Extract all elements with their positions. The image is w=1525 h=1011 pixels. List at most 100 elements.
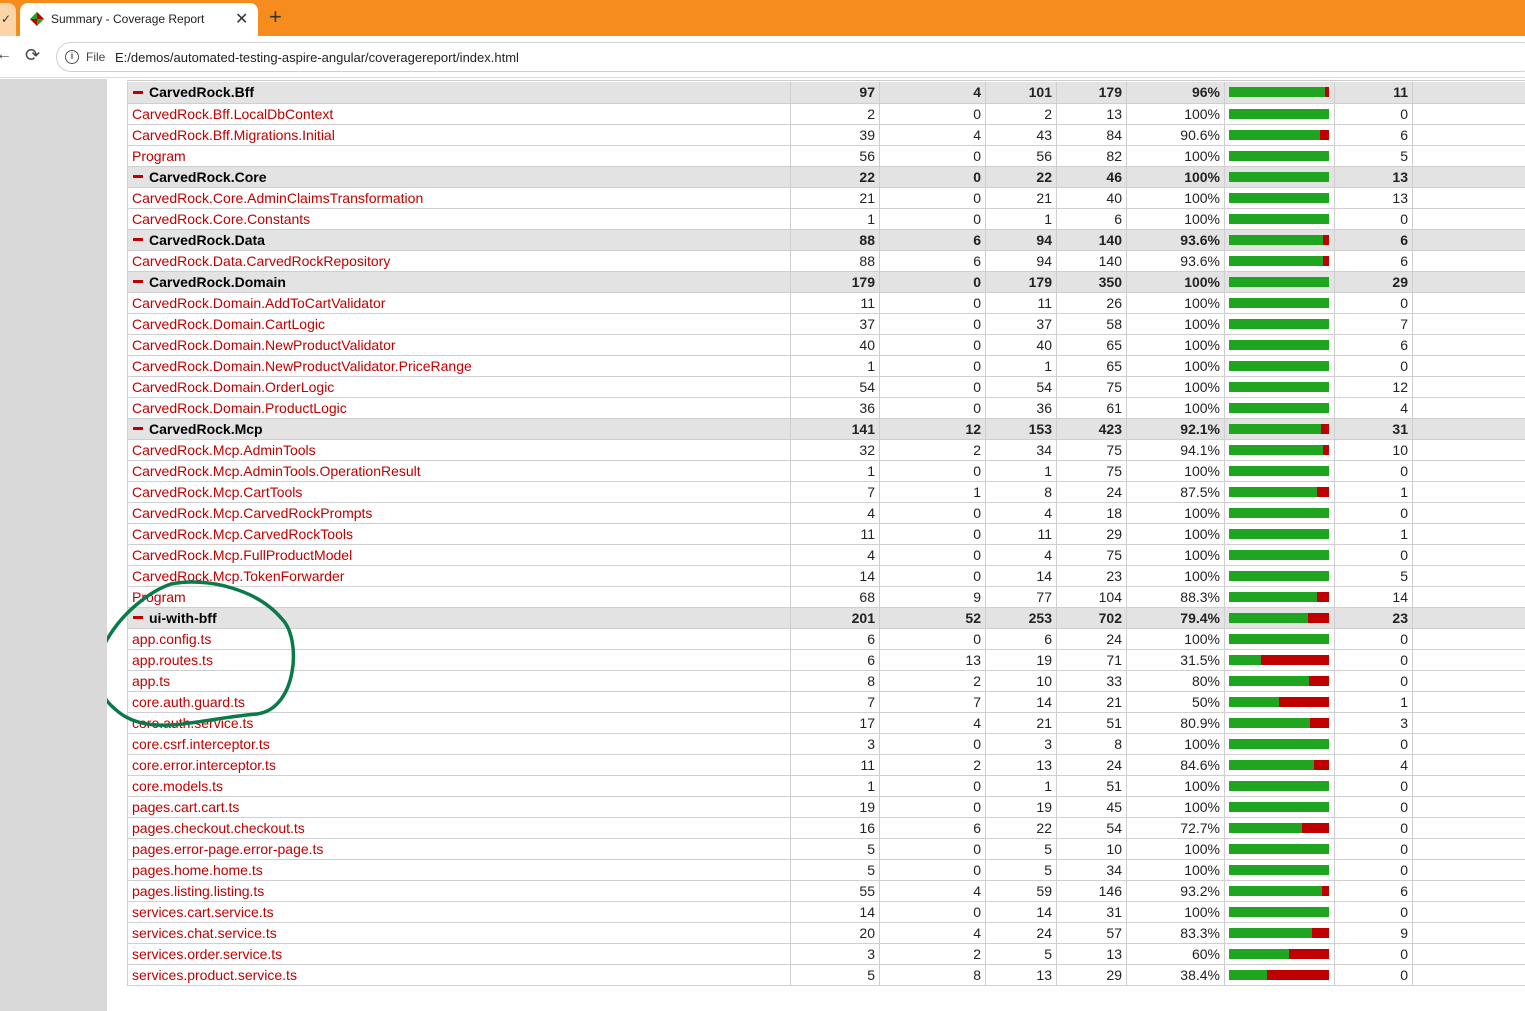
class-link[interactable]: pages.cart.cart.ts bbox=[132, 799, 239, 815]
name-cell[interactable]: core.models.ts bbox=[127, 775, 791, 797]
name-cell[interactable]: services.product.service.ts bbox=[127, 964, 791, 986]
name-cell[interactable]: CarvedRock.Bff.Migrations.Initial bbox=[127, 124, 791, 146]
name-cell[interactable]: CarvedRock.Core.Constants bbox=[127, 208, 791, 230]
name-cell[interactable]: core.error.interceptor.ts bbox=[127, 754, 791, 776]
class-link[interactable]: Program bbox=[132, 148, 186, 164]
class-link[interactable]: core.auth.guard.ts bbox=[132, 694, 245, 710]
class-link[interactable]: pages.listing.listing.ts bbox=[132, 883, 264, 899]
name-cell[interactable]: CarvedRock.Bff.LocalDbContext bbox=[127, 103, 791, 125]
name-cell[interactable]: services.chat.service.ts bbox=[127, 922, 791, 944]
class-link[interactable]: pages.home.home.ts bbox=[132, 862, 263, 878]
name-cell[interactable]: Program bbox=[127, 586, 791, 608]
collapse-minus-icon[interactable] bbox=[133, 280, 143, 284]
name-cell[interactable]: app.routes.ts bbox=[127, 649, 791, 671]
name-cell[interactable]: core.auth.service.ts bbox=[127, 712, 791, 734]
name-cell[interactable]: core.auth.guard.ts bbox=[127, 691, 791, 713]
name-cell[interactable]: CarvedRock.Mcp bbox=[127, 418, 791, 440]
class-link[interactable]: CarvedRock.Domain.OrderLogic bbox=[132, 379, 334, 395]
reload-icon[interactable]: ⟳ bbox=[25, 45, 40, 66]
name-cell[interactable]: CarvedRock.Mcp.CartTools bbox=[127, 481, 791, 503]
name-cell[interactable]: pages.home.home.ts bbox=[127, 859, 791, 881]
class-link[interactable]: app.ts bbox=[132, 673, 170, 689]
class-link[interactable]: core.csrf.interceptor.ts bbox=[132, 736, 270, 752]
class-link[interactable]: app.routes.ts bbox=[132, 652, 213, 668]
class-link[interactable]: CarvedRock.Domain.ProductLogic bbox=[132, 400, 347, 416]
class-link[interactable]: CarvedRock.Bff.Migrations.Initial bbox=[132, 127, 335, 143]
class-link[interactable]: CarvedRock.Core.Constants bbox=[132, 211, 310, 227]
class-link[interactable]: CarvedRock.Mcp.CartTools bbox=[132, 484, 302, 500]
name-cell[interactable]: core.csrf.interceptor.ts bbox=[127, 733, 791, 755]
close-tab-icon[interactable]: ✕ bbox=[235, 9, 248, 29]
back-icon[interactable]: ← bbox=[0, 46, 12, 64]
assembly-row[interactable]: CarvedRock.Mcp 1411215342392.1% 3136 bbox=[127, 418, 1525, 440]
new-tab-icon[interactable]: + bbox=[269, 4, 282, 30]
url-text[interactable]: E:/demos/automated-testing-aspire-angula… bbox=[115, 50, 519, 65]
class-link[interactable]: CarvedRock.Mcp.CarvedRockPrompts bbox=[132, 505, 372, 521]
collapse-minus-icon[interactable] bbox=[133, 427, 143, 431]
assembly-row[interactable]: CarvedRock.Bff 97410117996% 1112 bbox=[127, 82, 1525, 104]
class-link[interactable]: core.models.ts bbox=[132, 778, 223, 794]
name-cell[interactable]: Program bbox=[127, 145, 791, 167]
name-cell[interactable]: services.order.service.ts bbox=[127, 943, 791, 965]
class-link[interactable]: CarvedRock.Mcp.AdminTools bbox=[132, 442, 316, 458]
class-link[interactable]: CarvedRock.Domain.AddToCartValidator bbox=[132, 295, 385, 311]
class-link[interactable]: services.cart.service.ts bbox=[132, 904, 274, 920]
name-cell[interactable]: ui-with-bff bbox=[127, 607, 791, 629]
address-bar[interactable]: i File E:/demos/automated-testing-aspire… bbox=[56, 42, 1525, 72]
class-link[interactable]: Program bbox=[132, 589, 186, 605]
assembly-row[interactable]: CarvedRock.Core2202246100%1314 bbox=[127, 166, 1525, 188]
site-info-icon[interactable]: i bbox=[65, 50, 79, 64]
name-cell[interactable]: CarvedRock.Domain.NewProductValidator.Pr… bbox=[127, 355, 791, 377]
class-link[interactable]: CarvedRock.Domain.NewProductValidator.Pr… bbox=[132, 358, 472, 374]
name-cell[interactable]: pages.listing.listing.ts bbox=[127, 880, 791, 902]
name-cell[interactable]: CarvedRock.Domain.NewProductValidator bbox=[127, 334, 791, 356]
collapse-minus-icon[interactable] bbox=[133, 238, 143, 242]
active-tab[interactable]: Summary - Coverage Report ✕ bbox=[20, 3, 258, 36]
class-link[interactable]: app.config.ts bbox=[132, 631, 211, 647]
name-cell[interactable]: CarvedRock.Core bbox=[127, 166, 791, 188]
class-link[interactable]: CarvedRock.Mcp.CarvedRockTools bbox=[132, 526, 353, 542]
name-cell[interactable]: CarvedRock.Domain bbox=[127, 271, 791, 293]
name-cell[interactable]: app.ts bbox=[127, 670, 791, 692]
name-cell[interactable]: pages.checkout.checkout.ts bbox=[127, 817, 791, 839]
name-cell[interactable]: CarvedRock.Domain.ProductLogic bbox=[127, 397, 791, 419]
name-cell[interactable]: services.cart.service.ts bbox=[127, 901, 791, 923]
name-cell[interactable]: CarvedRock.Domain.AddToCartValidator bbox=[127, 292, 791, 314]
name-cell[interactable]: CarvedRock.Mcp.AdminTools.OperationResul… bbox=[127, 460, 791, 482]
assembly-row[interactable]: CarvedRock.Domain1790179350100%2932 bbox=[127, 271, 1525, 293]
name-cell[interactable]: CarvedRock.Mcp.CarvedRockTools bbox=[127, 523, 791, 545]
class-link[interactable]: CarvedRock.Mcp.FullProductModel bbox=[132, 547, 352, 563]
class-link[interactable]: CarvedRock.Domain.NewProductValidator bbox=[132, 337, 396, 353]
collapse-minus-icon[interactable] bbox=[133, 91, 143, 95]
name-cell[interactable]: CarvedRock.Domain.CartLogic bbox=[127, 313, 791, 335]
name-cell[interactable]: CarvedRock.Mcp.AdminTools bbox=[127, 439, 791, 461]
name-cell[interactable]: CarvedRock.Mcp.TokenForwarder bbox=[127, 565, 791, 587]
class-link[interactable]: CarvedRock.Core.AdminClaimsTransformatio… bbox=[132, 190, 423, 206]
class-link[interactable]: CarvedRock.Mcp.TokenForwarder bbox=[132, 568, 344, 584]
previous-tab[interactable]: ✓ bbox=[0, 3, 16, 36]
name-cell[interactable]: CarvedRock.Domain.OrderLogic bbox=[127, 376, 791, 398]
class-link[interactable]: services.order.service.ts bbox=[132, 946, 282, 962]
name-cell[interactable]: app.config.ts bbox=[127, 628, 791, 650]
collapse-minus-icon[interactable] bbox=[133, 616, 143, 620]
assembly-row[interactable]: ui-with-bff 2015225370279.4% 2334 bbox=[127, 607, 1525, 629]
class-link[interactable]: services.chat.service.ts bbox=[132, 925, 277, 941]
name-cell[interactable]: CarvedRock.Data.CarvedRockRepository bbox=[127, 250, 791, 272]
class-link[interactable]: pages.error-page.error-page.ts bbox=[132, 841, 323, 857]
name-cell[interactable]: CarvedRock.Core.AdminClaimsTransformatio… bbox=[127, 187, 791, 209]
assembly-row[interactable]: CarvedRock.Data8869414093.6%66 bbox=[127, 229, 1525, 251]
name-cell[interactable]: CarvedRock.Mcp.CarvedRockPrompts bbox=[127, 502, 791, 524]
name-cell[interactable]: CarvedRock.Mcp.FullProductModel bbox=[127, 544, 791, 566]
class-link[interactable]: services.product.service.ts bbox=[132, 967, 297, 983]
name-cell[interactable]: CarvedRock.Data bbox=[127, 229, 791, 251]
name-cell[interactable]: pages.cart.cart.ts bbox=[127, 796, 791, 818]
class-link[interactable]: pages.checkout.checkout.ts bbox=[132, 820, 305, 836]
name-cell[interactable]: pages.error-page.error-page.ts bbox=[127, 838, 791, 860]
name-cell[interactable]: CarvedRock.Bff bbox=[127, 82, 791, 104]
collapse-minus-icon[interactable] bbox=[133, 175, 143, 179]
class-link[interactable]: CarvedRock.Domain.CartLogic bbox=[132, 316, 325, 332]
class-link[interactable]: CarvedRock.Mcp.AdminTools.OperationResul… bbox=[132, 463, 421, 479]
class-link[interactable]: core.error.interceptor.ts bbox=[132, 757, 276, 773]
class-link[interactable]: CarvedRock.Bff.LocalDbContext bbox=[132, 106, 333, 122]
class-link[interactable]: core.auth.service.ts bbox=[132, 715, 253, 731]
